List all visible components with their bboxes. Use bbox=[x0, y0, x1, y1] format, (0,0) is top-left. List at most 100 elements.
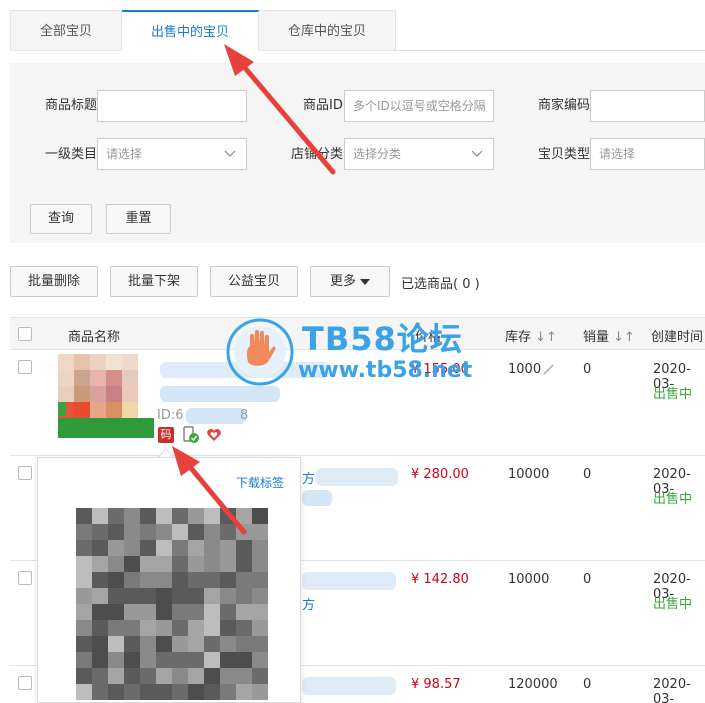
qrcode-cell bbox=[76, 620, 92, 636]
row-checkbox[interactable] bbox=[18, 571, 32, 585]
batch-delete-button[interactable]: 批量删除 bbox=[10, 266, 98, 297]
qrcode-cell bbox=[124, 588, 140, 604]
more-button[interactable]: 更多 bbox=[310, 266, 390, 297]
qrcode-cell bbox=[108, 652, 124, 668]
qrcode-cell bbox=[140, 684, 156, 700]
qrcode-cell bbox=[204, 572, 220, 588]
query-button[interactable]: 查询 bbox=[30, 204, 92, 234]
qrcode-cell bbox=[220, 540, 236, 556]
qrcode-cell bbox=[92, 508, 108, 524]
col-stock[interactable]: 库存 ↓↑ bbox=[505, 326, 557, 345]
qrcode-cell bbox=[156, 572, 172, 588]
charity-items-button[interactable]: 公益宝贝 bbox=[210, 266, 298, 297]
row-checkbox[interactable] bbox=[18, 360, 32, 374]
qrcode-cell bbox=[108, 588, 124, 604]
qrcode-cell bbox=[92, 588, 108, 604]
qrcode-cell bbox=[204, 556, 220, 572]
qrcode-cell bbox=[172, 684, 188, 700]
qrcode-cell bbox=[204, 668, 220, 684]
qrcode-cell bbox=[252, 684, 268, 700]
charity-heart-icon[interactable] bbox=[206, 427, 222, 443]
qrcode-cell bbox=[124, 556, 140, 572]
qrcode-cell bbox=[172, 668, 188, 684]
download-tag-link[interactable]: 下载标签 bbox=[236, 474, 284, 491]
qrcode-cell bbox=[156, 636, 172, 652]
qrcode-cell bbox=[204, 540, 220, 556]
qrcode-cell bbox=[236, 572, 252, 588]
qrcode-cell bbox=[124, 668, 140, 684]
selected-count: 已选商品( 0 ) bbox=[401, 277, 480, 292]
tb58-logo-icon bbox=[226, 318, 294, 386]
qrcode-cell bbox=[236, 524, 252, 540]
qrcode-cell bbox=[204, 636, 220, 652]
qrcode-cell bbox=[156, 604, 172, 620]
batch-offline-button[interactable]: 批量下架 bbox=[110, 266, 198, 297]
row-status: 出售中 bbox=[653, 597, 693, 612]
qrcode-cell bbox=[188, 636, 204, 652]
id-input[interactable]: 多个ID以逗号或空格分隔 bbox=[344, 90, 494, 122]
edit-pencil-icon[interactable] bbox=[543, 364, 554, 375]
page: 全部宝贝 出售中的宝贝 仓库中的宝贝 商品标题 商品ID 多个ID以逗号或空格分… bbox=[0, 0, 705, 703]
qrcode-cell bbox=[124, 572, 140, 588]
row-checkbox[interactable] bbox=[18, 466, 32, 480]
qrcode-cell bbox=[108, 604, 124, 620]
qrcode-cell bbox=[252, 620, 268, 636]
qrcode-cell bbox=[92, 684, 108, 700]
row-sales: 0 bbox=[583, 572, 592, 587]
qrcode-cell bbox=[188, 652, 204, 668]
qrcode-cell bbox=[188, 572, 204, 588]
merchant-code-input[interactable] bbox=[590, 90, 705, 122]
qrcode-cell bbox=[108, 508, 124, 524]
qrcode-cell bbox=[220, 524, 236, 540]
item-type-label: 宝贝类型 bbox=[538, 147, 591, 162]
qrcode-cell bbox=[220, 588, 236, 604]
qrcode-cell bbox=[124, 604, 140, 620]
qrcode-cell bbox=[188, 540, 204, 556]
title-input[interactable] bbox=[97, 90, 247, 122]
row-price: ¥ 142.80 bbox=[411, 572, 469, 587]
qrcode-cell bbox=[124, 524, 140, 540]
qrcode-cell bbox=[76, 556, 92, 572]
qrcode-cell bbox=[220, 604, 236, 620]
qrcode-tag-icon[interactable]: 码 bbox=[158, 427, 174, 443]
mobile-check-icon[interactable] bbox=[182, 426, 200, 444]
product-title-fragment[interactable]: 方 bbox=[302, 594, 315, 613]
qrcode-cell bbox=[156, 684, 172, 700]
qrcode-cell bbox=[204, 524, 220, 540]
qrcode-cell bbox=[76, 540, 92, 556]
qrcode-cell bbox=[92, 540, 108, 556]
qrcode-cell bbox=[188, 524, 204, 540]
product-id: ID:6 bbox=[157, 408, 184, 423]
qrcode-cell bbox=[188, 620, 204, 636]
qrcode-cell bbox=[108, 620, 124, 636]
qrcode-cell bbox=[140, 620, 156, 636]
col-created[interactable]: 创建时间 bbox=[651, 326, 703, 345]
reset-button[interactable]: 重置 bbox=[106, 204, 171, 234]
col-sales[interactable]: 销量 ↓↑ bbox=[583, 326, 635, 345]
tab-all-items[interactable]: 全部宝贝 bbox=[10, 10, 122, 51]
chevron-down-icon bbox=[471, 150, 483, 157]
qrcode-cell bbox=[172, 556, 188, 572]
product-thumbnail[interactable] bbox=[58, 354, 154, 444]
qrcode-cell bbox=[108, 668, 124, 684]
qrcode-cell bbox=[76, 684, 92, 700]
qrcode-cell bbox=[252, 556, 268, 572]
qrcode-image bbox=[76, 508, 268, 700]
col-stock-label: 库存 bbox=[505, 330, 532, 345]
row-checkbox[interactable] bbox=[18, 676, 32, 690]
qrcode-cell bbox=[140, 588, 156, 604]
select-all-checkbox[interactable] bbox=[18, 327, 32, 341]
product-title-fragment[interactable]: 方 bbox=[302, 468, 315, 487]
qrcode-cell bbox=[204, 652, 220, 668]
qrcode-cell bbox=[140, 668, 156, 684]
category-select[interactable]: 请选择 bbox=[97, 138, 247, 170]
item-type-select[interactable]: 请选择 bbox=[590, 138, 705, 170]
item-type-select-value: 请选择 bbox=[599, 147, 636, 161]
tab-on-sale[interactable]: 出售中的宝贝 bbox=[122, 10, 259, 51]
shop-category-select[interactable]: 选择分类 bbox=[344, 138, 494, 170]
row-status: 出售中 bbox=[653, 387, 693, 402]
qrcode-cell bbox=[236, 636, 252, 652]
row-date: 2020-03- bbox=[653, 677, 691, 703]
tab-in-warehouse[interactable]: 仓库中的宝贝 bbox=[259, 10, 396, 51]
qrcode-cell bbox=[108, 524, 124, 540]
